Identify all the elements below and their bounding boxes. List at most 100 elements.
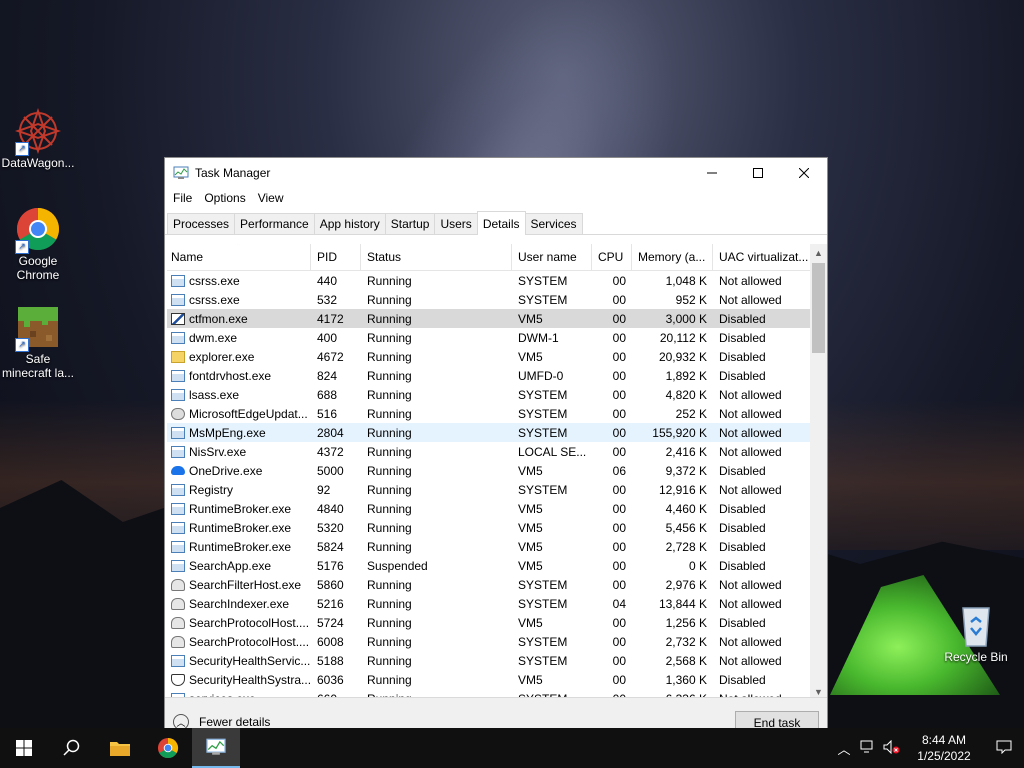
- close-button[interactable]: [781, 158, 827, 188]
- cell-status: Running: [367, 311, 412, 326]
- table-row[interactable]: SecurityHealthServic... 5188 Running SYSTEM…: [167, 651, 811, 670]
- minimize-button[interactable]: [689, 158, 735, 188]
- table-row[interactable]: Registry 92 Running SYSTEM 00 12,916 K Not all…: [167, 480, 811, 499]
- cell-pid: 532: [317, 292, 338, 307]
- desktop-icon-minecraft[interactable]: ↗ Safe minecraft la...: [0, 304, 76, 380]
- cell-cpu: 00: [612, 311, 626, 326]
- search-icon: [63, 739, 80, 756]
- tab-processes[interactable]: Processes: [167, 213, 236, 234]
- process-name: SecurityHealthServic...: [189, 653, 311, 668]
- table-row[interactable]: NisSrv.exe 4372 Running LOCAL SE... 00 2,416 …: [167, 442, 811, 461]
- column-cpu[interactable]: CPU: [592, 244, 632, 270]
- table-row[interactable]: lsass.exe 688 Running SYSTEM 00 4,820 K Not al…: [167, 385, 811, 404]
- taskbar-chrome[interactable]: [144, 728, 192, 768]
- cell-uac: Not allowed: [719, 273, 782, 288]
- tab-startup[interactable]: Startup: [384, 213, 436, 234]
- table-row[interactable]: SearchIndexer.exe 5216 Running SYSTEM 04 13,8…: [167, 594, 811, 613]
- cell-mem: 155,920 K: [652, 425, 707, 440]
- folder-icon: [171, 350, 185, 363]
- cell-pid: 92: [317, 482, 331, 497]
- table-row[interactable]: RuntimeBroker.exe 5320 Running VM5 00 5,456 K…: [167, 518, 811, 537]
- tab-app-history[interactable]: App history: [313, 213, 386, 234]
- tab-details[interactable]: Details: [476, 211, 526, 235]
- start-button[interactable]: [0, 728, 48, 768]
- desktop-icon-label: Google Chrome: [16, 254, 60, 282]
- table-row[interactable]: RuntimeBroker.exe 4840 Running VM5 00 4,460 K…: [167, 499, 811, 518]
- table-row[interactable]: OneDrive.exe 5000 Running VM5 06 9,372 K Disab…: [167, 461, 811, 480]
- cell-cpu: 00: [612, 577, 626, 592]
- app-window-icon: [171, 483, 185, 496]
- clock[interactable]: 8:44 AM 1/25/2022: [904, 732, 984, 764]
- process-name-cell: explorer.exe: [167, 350, 311, 364]
- cell-status: Running: [367, 672, 412, 687]
- chevron-up-icon[interactable]: ︿: [832, 739, 856, 758]
- column-status[interactable]: Status: [361, 244, 512, 270]
- desktop-icon-label: Safe minecraft la...: [1, 352, 75, 380]
- tab-users[interactable]: Users: [434, 213, 478, 234]
- cell-status: Running: [367, 539, 412, 554]
- column-pid[interactable]: PID: [311, 244, 361, 270]
- clock-date: 1/25/2022: [917, 749, 971, 763]
- cell-mem: 1,892 K: [665, 368, 707, 383]
- table-row[interactable]: SearchFilterHost.exe 5860 Running SYSTEM 00 2…: [167, 575, 811, 594]
- table-row[interactable]: csrss.exe 532 Running SYSTEM 00 952 K Not allo…: [167, 290, 811, 309]
- vertical-scrollbar[interactable]: ▲ ▼: [810, 244, 827, 700]
- scroll-thumb[interactable]: [812, 263, 825, 353]
- table-row[interactable]: SearchProtocolHost.... 6008 Running SYSTEM 0…: [167, 632, 811, 651]
- desktop-icon-datawagon[interactable]: ↗ DataWagon...: [0, 107, 76, 170]
- tab-performance[interactable]: Performance: [234, 213, 315, 234]
- taskbar: ︿ 8:44 AM 1/25/2022: [0, 728, 1024, 768]
- desktop-icon-chrome[interactable]: ↗ Google Chrome: [0, 206, 76, 282]
- table-row[interactable]: SecurityHealthSystra... 6036 Running VM5 00 1…: [167, 670, 811, 689]
- menu-view[interactable]: View: [252, 191, 290, 205]
- table-row[interactable]: explorer.exe 4672 Running VM5 00 20,932 K Disa…: [167, 347, 811, 366]
- cell-user: VM5: [518, 520, 543, 535]
- table-row[interactable]: ctfmon.exe 4172 Running VM5 00 3,000 K Disable…: [167, 309, 811, 328]
- cell-uac: Not allowed: [719, 387, 782, 402]
- menu-file[interactable]: File: [167, 191, 198, 205]
- cell-user: VM5: [518, 558, 543, 573]
- table-row[interactable]: csrss.exe 440 Running SYSTEM 00 1,048 K Not al…: [167, 271, 811, 290]
- column-memory[interactable]: Memory (a...: [632, 244, 713, 270]
- process-name-cell: csrss.exe: [167, 274, 311, 288]
- scroll-up-icon[interactable]: ▲: [810, 244, 827, 261]
- process-name: RuntimeBroker.exe: [189, 539, 292, 554]
- system-tray: ︿ 8:44 AM 1/25/2022: [832, 728, 1024, 768]
- title-bar[interactable]: Task Manager: [165, 158, 827, 188]
- cell-user: DWM-1: [518, 330, 559, 345]
- taskbar-task-manager[interactable]: [192, 728, 240, 768]
- table-row[interactable]: MicrosoftEdgeUpdat... 516 Running SYSTEM 00 2…: [167, 404, 811, 423]
- table-row[interactable]: RuntimeBroker.exe 5824 Running VM5 00 2,728 K…: [167, 537, 811, 556]
- process-name-cell: SecurityHealthSystra...: [167, 673, 311, 687]
- notification-center-icon[interactable]: [984, 740, 1024, 757]
- cell-user: VM5: [518, 349, 543, 364]
- column-uac[interactable]: UAC virtualizat...: [713, 244, 811, 270]
- pen-icon: [171, 312, 185, 325]
- process-name: RuntimeBroker.exe: [189, 520, 292, 535]
- cell-pid: 824: [317, 368, 338, 383]
- network-icon[interactable]: [856, 740, 880, 757]
- cell-cpu: 06: [612, 463, 626, 478]
- menu-options[interactable]: Options: [198, 191, 251, 205]
- column-user-name[interactable]: User name: [512, 244, 592, 270]
- task-manager-icon: [206, 738, 226, 755]
- maximize-button[interactable]: [735, 158, 781, 188]
- chrome-icon: ↗: [15, 206, 61, 254]
- taskbar-explorer[interactable]: [96, 728, 144, 768]
- cell-status: Running: [367, 387, 412, 402]
- table-row[interactable]: MsMpEng.exe 2804 Running SYSTEM 00 155,920 K N…: [167, 423, 811, 442]
- table-row[interactable]: SearchApp.exe 5176 Suspended VM5 00 0 K Disabl…: [167, 556, 811, 575]
- process-name-cell: SearchProtocolHost....: [167, 635, 311, 649]
- volume-muted-icon[interactable]: [880, 739, 904, 757]
- table-row[interactable]: dwm.exe 400 Running DWM-1 00 20,112 K Disabled: [167, 328, 811, 347]
- process-name-cell: fontdrvhost.exe: [167, 369, 311, 383]
- table-row[interactable]: fontdrvhost.exe 824 Running UMFD-0 00 1,892 K…: [167, 366, 811, 385]
- table-row[interactable]: SearchProtocolHost.... 5724 Running VM5 00 1,…: [167, 613, 811, 632]
- search-button[interactable]: [48, 728, 96, 768]
- tab-services[interactable]: Services: [524, 213, 583, 234]
- shortcut-arrow-icon: ↗: [15, 142, 29, 156]
- desktop-icon-recycle-bin[interactable]: Recycle Bin: [936, 602, 1016, 664]
- app-window-icon: [171, 540, 185, 553]
- cell-mem: 12,916 K: [658, 482, 707, 497]
- edge-update-icon: [171, 407, 185, 420]
